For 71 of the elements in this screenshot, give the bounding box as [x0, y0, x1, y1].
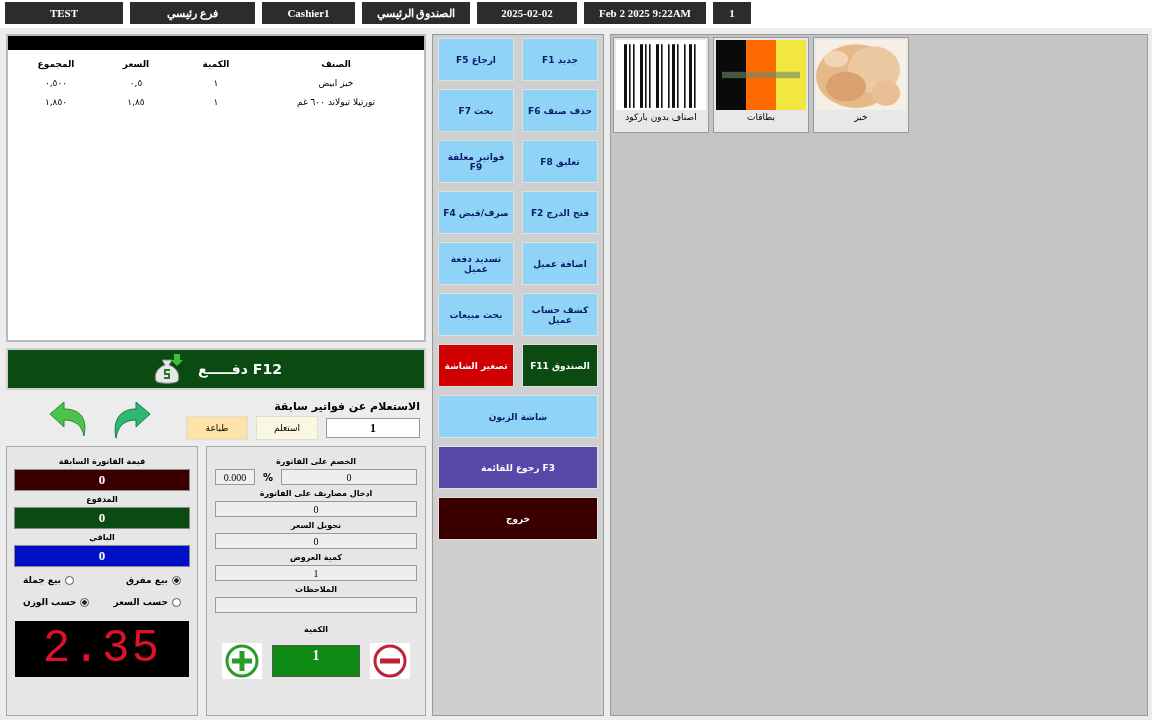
action-button[interactable]: خروج: [438, 497, 598, 540]
status-field: فرع رئيسي: [130, 2, 255, 24]
total-value: 0: [14, 469, 190, 491]
table-cell-text: ١,٨٥: [126, 96, 146, 107]
table-cell-text: ١: [212, 77, 220, 88]
status-field: TEST: [5, 2, 123, 24]
field-label: الكمية: [304, 625, 328, 634]
field-label: ادخال مصاريف على الفاتورة: [259, 489, 373, 498]
function-key[interactable]: كشف حساب عميل: [522, 293, 598, 336]
field-label: كمية العروض: [290, 553, 342, 562]
function-key[interactable]: تعليق F8: [522, 140, 598, 183]
input-field[interactable]: 1: [215, 565, 417, 581]
function-key[interactable]: بحث F7: [438, 89, 514, 132]
total-label: الباقي: [89, 533, 115, 542]
status-field: 2025-02-02: [477, 2, 577, 24]
table-cell-text: خبز ابيض: [317, 77, 355, 88]
column-header: المجموع: [36, 58, 76, 69]
status-field: Feb 2 2025 9:22AM: [584, 2, 706, 24]
function-key[interactable]: فتح الدرج F2: [522, 191, 598, 234]
field-label: الملاحظات: [295, 585, 337, 594]
column-header: السعر: [121, 58, 151, 69]
total-label: المدفوع: [86, 495, 118, 504]
total-label: قيمة الفاتورة السابقة: [58, 457, 146, 466]
input-field[interactable]: 0: [215, 501, 417, 517]
field-label: تحويل السعر: [290, 521, 342, 530]
percent-label: %: [263, 471, 274, 483]
minus-icon[interactable]: [370, 643, 410, 679]
quantity-field[interactable]: 1: [272, 645, 360, 677]
print-button[interactable]: طباعة: [186, 416, 248, 440]
radio-option[interactable]: بيع مفرق: [125, 575, 181, 585]
discount-field[interactable]: 0: [281, 469, 417, 485]
action-button[interactable]: الصندوق F11: [522, 344, 598, 387]
table-cell-text: ٠,٥٠٠: [43, 77, 69, 88]
column-header: الكمية: [201, 58, 231, 69]
plus-icon[interactable]: [222, 643, 262, 679]
action-button[interactable]: F3 رجوع للقائمة: [438, 446, 598, 489]
product-tile[interactable]: اصناف بدون باركود: [613, 37, 709, 133]
function-key[interactable]: جديد F1: [522, 38, 598, 81]
function-key[interactable]: حذف صنف F6: [522, 89, 598, 132]
action-button[interactable]: تصغير الشاشة: [438, 344, 514, 387]
table-cell-text: ٠,٥: [128, 77, 144, 88]
pay-button[interactable]: دفـــــع F12: [6, 348, 426, 390]
invoice-number-field[interactable]: 1: [326, 418, 420, 438]
radio-option[interactable]: بيع جملة: [23, 575, 74, 585]
column-header: الصنف: [320, 58, 352, 69]
field-label: الخصم على الفاتورة: [276, 457, 356, 466]
radio-option[interactable]: حسب الوزن: [23, 597, 90, 607]
function-key[interactable]: اضافة عميل: [522, 242, 598, 285]
input-field[interactable]: [215, 597, 417, 613]
scale-display: 2.35: [15, 621, 189, 677]
table-cell-text: تورتيلا تيولاند ٦٠٠ غم: [295, 96, 377, 107]
total-value: 0: [14, 507, 190, 529]
percent-field[interactable]: 0.000: [215, 469, 255, 485]
product-tile[interactable]: خبز: [813, 37, 909, 133]
status-field: 1: [713, 2, 751, 24]
query-button[interactable]: استعلم: [256, 416, 318, 440]
function-key[interactable]: صرف/قبض F4: [438, 191, 514, 234]
table-cell-text: ١,٨٥٠: [43, 96, 69, 107]
product-tile[interactable]: بطاقات: [713, 37, 809, 133]
status-field: Cashier1: [262, 2, 355, 24]
input-field[interactable]: 0: [215, 533, 417, 549]
table-cell-text: ١: [212, 96, 220, 107]
function-key[interactable]: تسديد دفعة عميل: [438, 242, 514, 285]
function-key[interactable]: فواتير معلقة F9: [438, 140, 514, 183]
function-key[interactable]: ارجاع F5: [438, 38, 514, 81]
function-key[interactable]: بحث مبيعات: [438, 293, 514, 336]
action-button[interactable]: شاشة الزبون: [438, 395, 598, 438]
radio-option[interactable]: حسب السعر: [113, 597, 181, 607]
total-value: 0: [14, 545, 190, 567]
status-field: الصندوق الرئيسي: [362, 2, 470, 24]
inquiry-label: الاستعلام عن فواتير سابقة: [273, 400, 420, 413]
